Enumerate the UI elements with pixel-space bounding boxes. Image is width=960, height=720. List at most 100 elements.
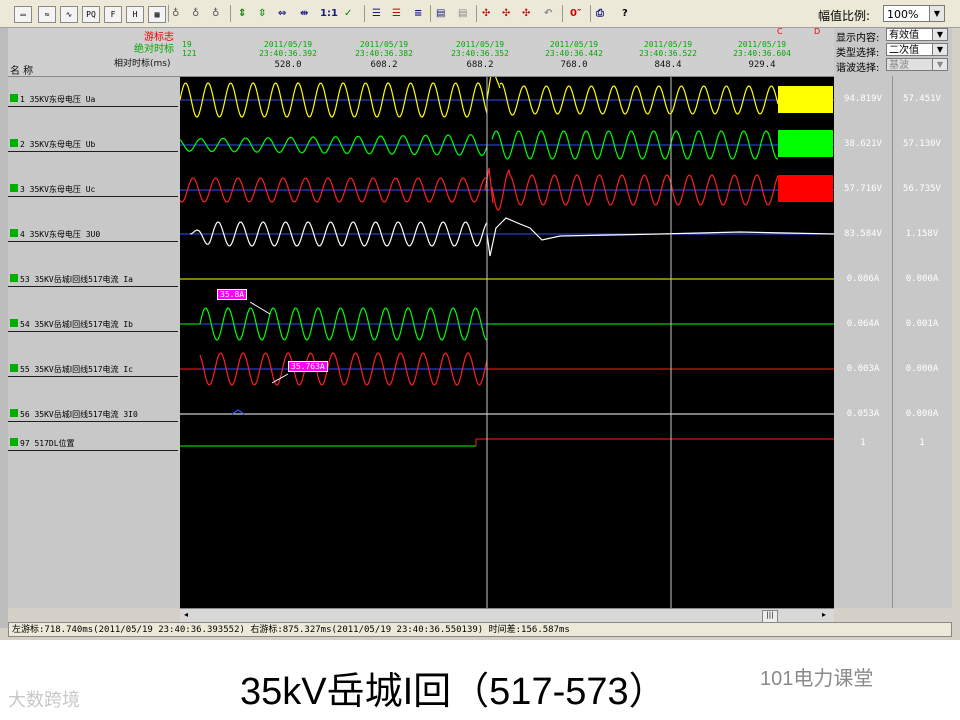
vector-view-icon[interactable]: ∿ bbox=[60, 6, 78, 23]
horizontal-scrollbar[interactable]: ◂ ||| ▸ bbox=[180, 608, 834, 623]
channel-label-3i0[interactable]: 56 35KV岳城Ⅰ回线517电流 3I0 bbox=[8, 409, 178, 422]
slide-caption: 35kV岳城I回（517-573） bbox=[240, 671, 667, 713]
waveform-canvas[interactable] bbox=[180, 28, 834, 608]
value-col2: 0.000A bbox=[905, 274, 939, 284]
shrink-horizontal-icon[interactable]: ⇹ bbox=[300, 6, 308, 21]
cursor-a-icon[interactable]: ✣ bbox=[482, 6, 490, 21]
value-col1: 57.716V bbox=[844, 184, 882, 194]
toolbar: ▭ ≈ ∿ PQ F H ▦ ♁ ♁ ♁ ⇕ ⇳ ⇔ ⇹ 1:1 ✓ ☰ ☰ ≡… bbox=[0, 0, 960, 28]
probe-icon-2[interactable]: ♁ bbox=[192, 6, 199, 21]
channel-label-ic[interactable]: 55 35KV岳城Ⅰ回线517电流 Ic bbox=[8, 364, 178, 377]
display-content-value: 有效值 bbox=[889, 30, 919, 41]
shrink-vertical-icon[interactable]: ⇳ bbox=[258, 6, 266, 21]
phase-a-color-block bbox=[778, 86, 833, 113]
type-select-label: 类型选择: bbox=[836, 48, 880, 59]
channel-name: 97 517DL位置 bbox=[20, 439, 75, 448]
type-select[interactable]: 二次值 ▼ bbox=[886, 43, 948, 56]
channel-label-ua[interactable]: 1 35KV东母电压 Ua bbox=[8, 94, 178, 107]
value-col2: 0.000A bbox=[905, 409, 939, 419]
status-text: 左游标:718.740ms(2011/05/19 23:40:36.393552… bbox=[12, 625, 570, 635]
expand-vertical-icon[interactable]: ⇕ bbox=[238, 6, 246, 21]
type-value: 二次值 bbox=[889, 45, 919, 56]
value-col2: 0.001A bbox=[905, 319, 939, 329]
current-marker-ic[interactable]: 35.763A bbox=[288, 361, 328, 372]
list-icon[interactable]: ☰ bbox=[372, 6, 381, 21]
channel-label-3u0[interactable]: 4 35KV东母电压 3U0 bbox=[8, 229, 178, 242]
left-edge-a: 19 bbox=[182, 40, 192, 49]
print-icon[interactable]: ⎙ bbox=[596, 6, 604, 21]
display-content-label: 显示内容: bbox=[836, 33, 880, 44]
wave-view-icon[interactable]: ≈ bbox=[38, 6, 56, 23]
time-tick-label: 768.0 bbox=[560, 60, 588, 70]
name-column-title: 名 称 bbox=[10, 66, 34, 77]
chevron-down-icon[interactable]: ▼ bbox=[932, 44, 947, 55]
probe-icon[interactable]: ♁ bbox=[172, 6, 179, 21]
undo-icon[interactable]: ↶ bbox=[544, 6, 552, 21]
table-icon[interactable]: ▦ bbox=[148, 6, 166, 23]
value-col2: 1 bbox=[919, 438, 925, 448]
waveform-area[interactable] bbox=[180, 28, 834, 608]
zero-button[interactable]: 0″ bbox=[570, 6, 581, 21]
value-col1: 0.064A bbox=[846, 319, 880, 329]
one-to-one-button[interactable]: 1:1 bbox=[320, 6, 338, 21]
time-tick-label: 929.4 bbox=[748, 60, 776, 70]
time-header-date: 2011/05/19 23:40:36.522 bbox=[628, 40, 708, 58]
disabled-icon[interactable]: ▤ bbox=[458, 6, 467, 21]
date-text: 2011/05/19 bbox=[455, 40, 505, 49]
value-col1: 1 bbox=[860, 438, 866, 448]
expand-horizontal-icon[interactable]: ⇔ bbox=[278, 6, 286, 21]
channel-name: 54 35KV岳城Ⅰ回线517电流 Ib bbox=[20, 320, 133, 329]
date-text: 2011/05/19 bbox=[643, 40, 693, 49]
scroll-left-icon[interactable]: ◂ bbox=[184, 610, 188, 619]
display-content-select[interactable]: 有效值 ▼ bbox=[886, 28, 948, 41]
comment-icon[interactable]: ▤ bbox=[436, 6, 445, 21]
date-text: 2011/05/19 bbox=[549, 40, 599, 49]
open-icon[interactable]: ▭ bbox=[14, 6, 32, 23]
chevron-down-icon[interactable]: ▼ bbox=[932, 59, 947, 70]
channel-label-ub[interactable]: 2 35KV东母电压 Ub bbox=[8, 139, 178, 152]
channel-label-breaker[interactable]: 97 517DL位置 bbox=[8, 438, 178, 451]
value-column-divider bbox=[892, 76, 893, 608]
phase-b-color-block bbox=[778, 130, 833, 157]
probe-icon-3[interactable]: ♁ bbox=[212, 6, 219, 21]
channel-name-panel bbox=[8, 28, 180, 608]
help-button[interactable]: ? bbox=[622, 6, 628, 21]
time-header-date: 2011/05/19 23:40:36.352 bbox=[440, 40, 520, 58]
trace-ua-post bbox=[499, 82, 779, 116]
name-header: 游标志 绝对时标 相对时标(ms) 名 称 bbox=[8, 28, 180, 77]
channel-label-ia[interactable]: 53 35KV岳城Ⅰ回线517电流 Ia bbox=[8, 274, 178, 287]
time-tick-label: 528.0 bbox=[274, 60, 302, 70]
scroll-right-icon[interactable]: ▸ bbox=[822, 610, 826, 619]
scale-select[interactable]: 100% ▼ bbox=[883, 5, 945, 22]
channel-label-uc[interactable]: 3 35KV东母电压 Uc bbox=[8, 184, 178, 197]
f-button[interactable]: F bbox=[104, 6, 122, 23]
align-icon[interactable]: ≡ bbox=[414, 6, 422, 21]
cursor-c-icon[interactable]: ✣ bbox=[522, 6, 530, 21]
current-marker-ib[interactable]: 35.8A bbox=[217, 289, 248, 300]
value-col1: 38.621V bbox=[844, 139, 882, 149]
list-red-icon[interactable]: ☰ bbox=[392, 6, 401, 21]
chevron-down-icon[interactable]: ▼ bbox=[929, 6, 944, 21]
chevron-down-icon[interactable]: ▼ bbox=[932, 29, 947, 40]
value-col2: 1.158V bbox=[905, 229, 939, 239]
value-col1: 0.003A bbox=[846, 364, 880, 374]
phase-c-color-block bbox=[778, 175, 833, 202]
pq-button[interactable]: PQ bbox=[82, 6, 100, 23]
channel-label-ib[interactable]: 54 35KV岳城Ⅰ回线517电流 Ib bbox=[8, 319, 178, 332]
harmonic-select-label: 谐波选择: bbox=[836, 63, 880, 74]
date-text: 2011/05/19 bbox=[737, 40, 787, 49]
channel-name: 55 35KV岳城Ⅰ回线517电流 Ic bbox=[20, 365, 133, 374]
time-text: 23:40:36.382 bbox=[355, 49, 413, 58]
check-icon[interactable]: ✓ bbox=[344, 6, 352, 21]
cursor-b-icon[interactable]: ✣ bbox=[502, 6, 510, 21]
scale-label: 幅值比例: bbox=[818, 9, 871, 23]
time-tick-label: 848.4 bbox=[654, 60, 682, 70]
cursor-d-label: D bbox=[814, 27, 821, 36]
marker-leader-ic bbox=[271, 373, 289, 384]
channel-name: 53 35KV岳城Ⅰ回线517电流 Ia bbox=[20, 275, 133, 284]
rel-time-label: 相对时标(ms) bbox=[114, 59, 171, 69]
h-button[interactable]: H bbox=[126, 6, 144, 23]
date-text: 2011/05/19 bbox=[359, 40, 409, 49]
harmonic-select[interactable]: 基波 ▼ bbox=[886, 58, 948, 71]
value-col1: 94.819V bbox=[844, 94, 882, 104]
